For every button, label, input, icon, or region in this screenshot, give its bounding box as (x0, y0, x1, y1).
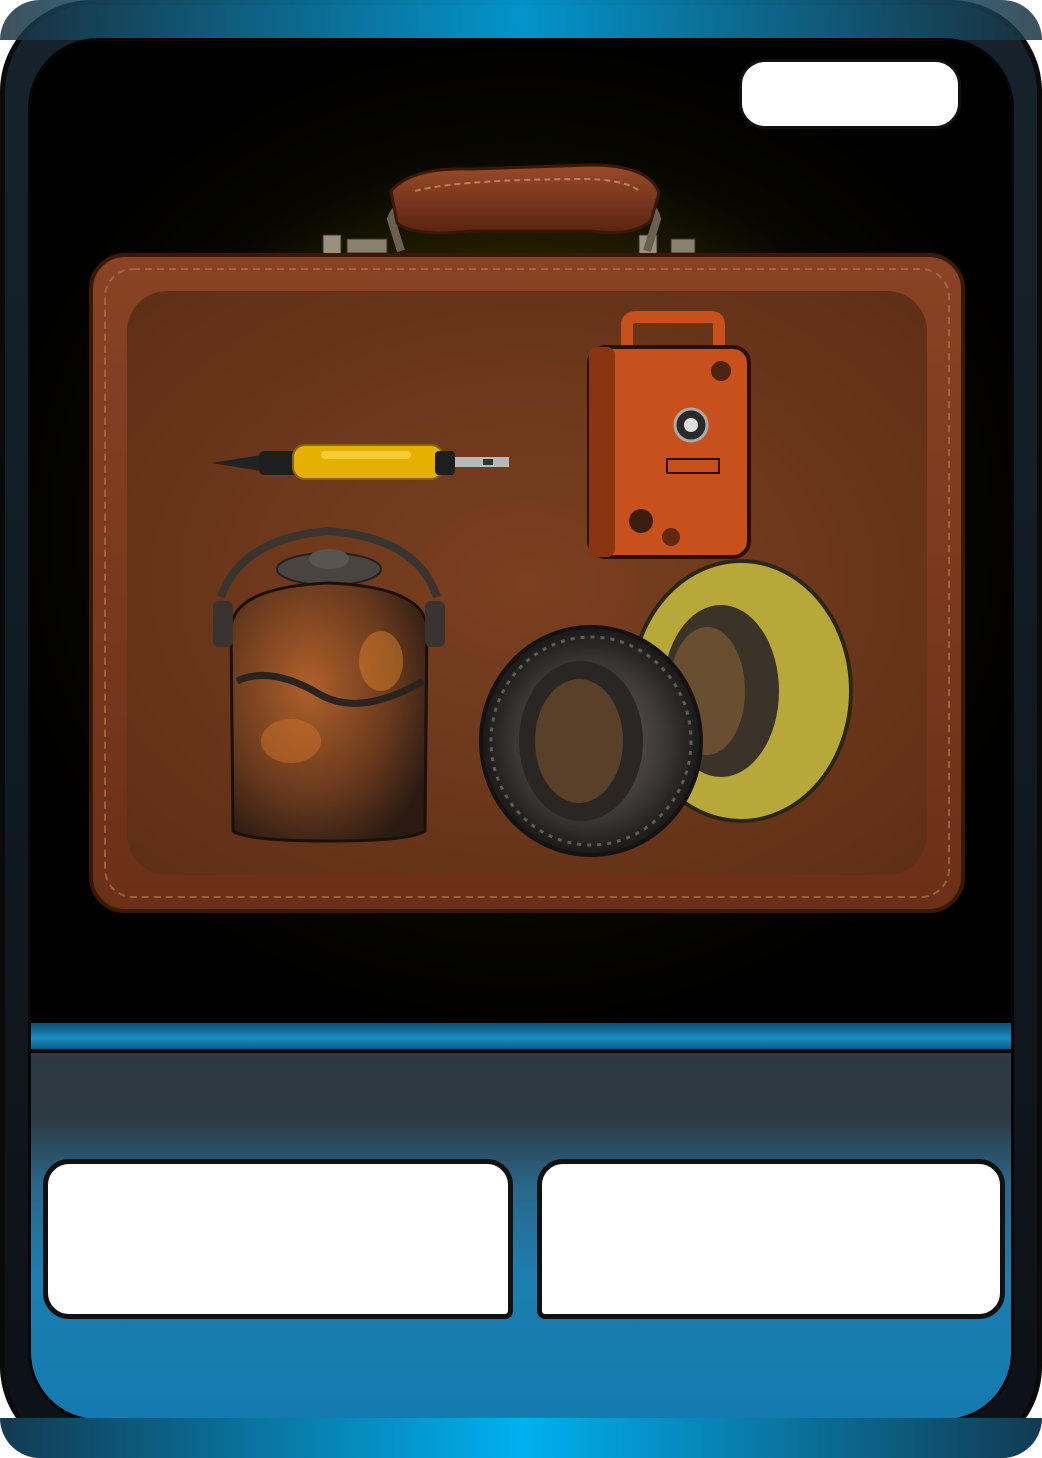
right-stat-box (537, 1159, 1005, 1319)
card-stats-panel (31, 1053, 1011, 1419)
card-title-box (739, 59, 961, 129)
card-inner-frame (28, 38, 1014, 1422)
briefcase-illustration (89, 163, 965, 913)
briefcase-handle (322, 163, 696, 256)
section-divider (31, 1023, 1011, 1053)
card-artwork (31, 41, 1011, 1023)
game-card[interactable] (0, 0, 1042, 1458)
left-stat-box (43, 1159, 513, 1319)
fuel-can-icon (587, 311, 751, 559)
